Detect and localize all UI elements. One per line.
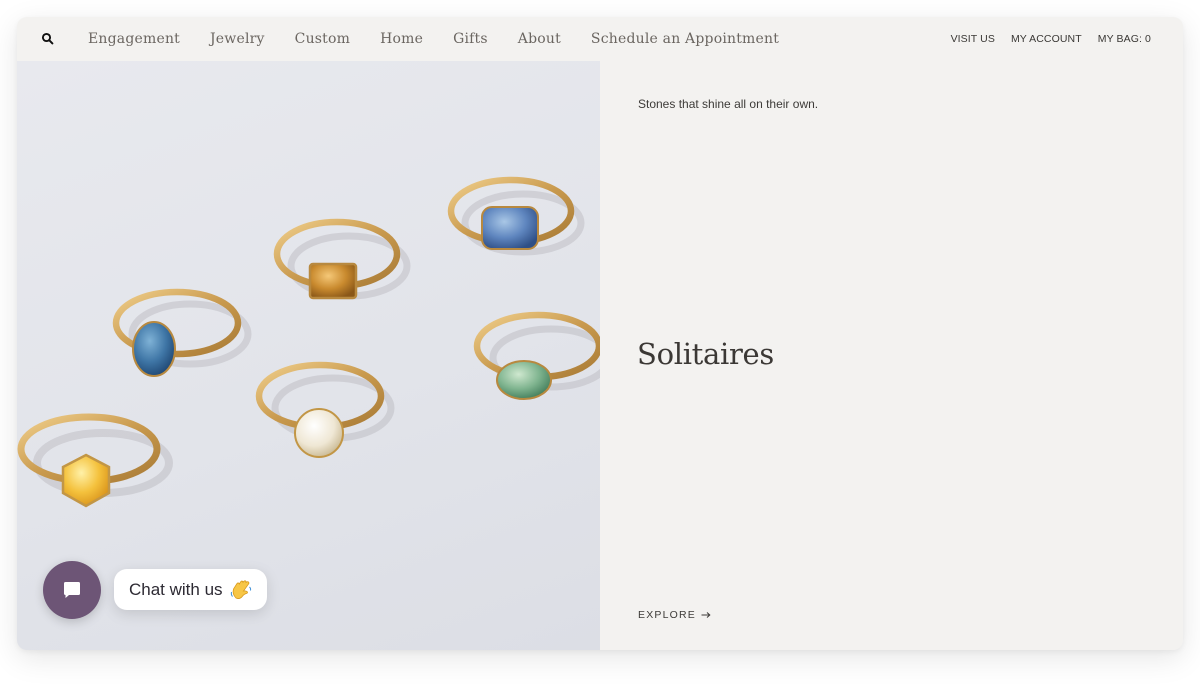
- hero-tagline: Stones that shine all on their own.: [638, 97, 819, 111]
- nav-link-custom[interactable]: Custom: [295, 31, 350, 47]
- nav-link-jewelry[interactable]: Jewelry: [210, 31, 265, 47]
- nav-link-schedule-appointment[interactable]: Schedule an Appointment: [591, 31, 779, 47]
- nav-link-gifts[interactable]: Gifts: [453, 31, 488, 47]
- hero-copy-panel: Stones that shine all on their own. Soli…: [600, 61, 1183, 650]
- top-navigation: Engagement Jewelry Custom Home Gifts Abo…: [17, 17, 1183, 61]
- ring-green-sapphire: [473, 311, 600, 400]
- chat-label: Chat with us: [129, 579, 223, 599]
- my-bag-link[interactable]: MY BAG: 0: [1098, 33, 1151, 45]
- chat-launcher-button[interactable]: [43, 561, 101, 619]
- ring-yellow-sapphire: [17, 413, 173, 508]
- nav-link-engagement[interactable]: Engagement: [88, 31, 180, 47]
- arrow-right-icon: [701, 612, 711, 618]
- ring-london-blue-topaz: [112, 288, 252, 377]
- nav-link-about[interactable]: About: [518, 31, 561, 47]
- hero-heading: Solitaires: [637, 337, 775, 371]
- utility-nav: VISIT US MY ACCOUNT MY BAG: 0: [935, 17, 1151, 61]
- ring-blue-sapphire: [447, 176, 585, 256]
- explore-link[interactable]: EXPLORE: [638, 609, 711, 621]
- ring-amber-citrine: [273, 218, 411, 300]
- browser-frame: Engagement Jewelry Custom Home Gifts Abo…: [17, 17, 1183, 650]
- my-account-link[interactable]: MY ACCOUNT: [1011, 33, 1082, 45]
- waving-hand-icon: [230, 579, 251, 599]
- ring-white-sapphire: [255, 361, 395, 458]
- explore-label: EXPLORE: [638, 609, 697, 621]
- nav-link-home[interactable]: Home: [380, 31, 423, 47]
- visit-us-link[interactable]: VISIT US: [951, 33, 995, 45]
- primary-nav: Engagement Jewelry Custom Home Gifts Abo…: [88, 17, 809, 61]
- hero-image-rings: [17, 61, 600, 650]
- chat-bubble-icon: [64, 582, 80, 598]
- search-icon[interactable]: [39, 30, 57, 48]
- chat-with-us-prompt[interactable]: Chat with us: [114, 569, 267, 610]
